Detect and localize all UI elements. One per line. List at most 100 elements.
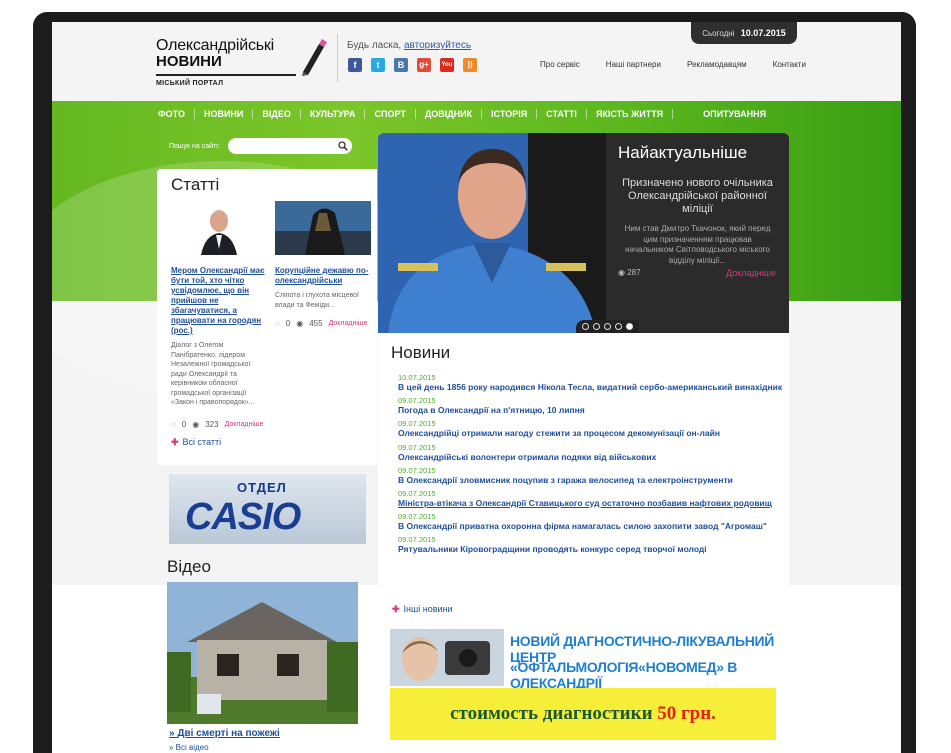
nav-photo[interactable]: ФОТО [158, 109, 195, 119]
article-excerpt: Сліпота і глухота місцевої влади та Фемі… [275, 292, 359, 309]
news-date: 10.07.2015 [398, 373, 436, 382]
featured-views: ◉ 287 [618, 268, 641, 277]
topnav-partners[interactable]: Наші партнери [606, 60, 661, 69]
ad-top: НОВИЙ ДІАГНОСТИЧНО-ЛІКУВАЛЬНИЙ ЦЕНТР «ОФ… [390, 629, 776, 691]
featured-view-count: 287 [627, 268, 641, 277]
search-icon[interactable] [338, 141, 348, 151]
news-list: 10.07.2015 В цей день 1856 року народився… [398, 373, 782, 559]
login-prefix: Будь ласка, [347, 40, 402, 51]
news-title[interactable]: Олександрійці отримали нагоду стежити за… [398, 428, 782, 438]
article-photo-statue[interactable] [275, 201, 371, 255]
casio-ad-line1: ОТДЕЛ [237, 480, 287, 495]
nav-articles[interactable]: СТАТТІ [537, 109, 587, 119]
featured-more-link[interactable]: Докладніше [726, 268, 776, 278]
featured-title[interactable]: Призначено нового очільника Олександрійс… [618, 177, 777, 216]
ophthalmology-ad-banner[interactable]: НОВИЙ ДІАГНОСТИЧНО-ЛІКУВАЛЬНИЙ ЦЕНТР «ОФ… [390, 629, 776, 740]
video-caption[interactable]: » Дві смерті на пожежі [169, 728, 280, 739]
news-title[interactable]: В Олександрії зловмисник поцупив з гараж… [398, 475, 782, 485]
slider-dot[interactable] [604, 323, 611, 330]
social-links: f t B g+ You )) [348, 58, 477, 72]
nav-polls[interactable]: ОПИТУВАННЯ [673, 109, 775, 119]
slider-dot[interactable] [593, 323, 600, 330]
other-news-link[interactable]: ✚ Інші новини [392, 604, 453, 615]
rss-icon[interactable]: )) [463, 58, 477, 72]
video-thumbnail[interactable] [167, 582, 358, 724]
ad-line3: стоимость диагностики [450, 703, 653, 724]
nav-sport[interactable]: СПОРТ [365, 109, 416, 119]
nav-culture[interactable]: КУЛЬТУРА [301, 109, 366, 119]
featured-photo-officer[interactable] [378, 133, 606, 333]
slider-dots [576, 320, 639, 333]
news-title[interactable]: В цей день 1856 року народився Нікола Те… [398, 382, 782, 392]
news-block: Новини 10.07.2015 В цей день 1856 року на… [378, 333, 789, 585]
article-photo-mayor[interactable] [171, 201, 267, 255]
video-caption-text: Дві смерті на пожежі [177, 728, 280, 739]
vk-icon[interactable]: B [394, 58, 408, 72]
article-title[interactable]: Мером Олександрії має бути той, хто чітк… [171, 266, 267, 336]
ad-photo-eye-exam [390, 629, 504, 686]
news-item: 09.07.2015 Міністра-втікача з Олександрії… [398, 489, 782, 508]
article-card: Корупційне дежавю по-олександрійськи Слі… [275, 201, 371, 328]
news-title[interactable]: Міністра-втікача з Олександрії Ставицько… [398, 498, 782, 508]
eye-icon: ◉ [192, 419, 200, 429]
article-title[interactable]: Корупційне дежавю по-олександрійськи [275, 266, 371, 286]
other-news-label: Інші новини [403, 604, 453, 614]
header-divider [337, 34, 338, 82]
twitter-icon[interactable]: t [371, 58, 385, 72]
news-date: 09.07.2015 [398, 488, 436, 498]
video-heading: Відео [167, 557, 211, 576]
casio-ad-logo: CASIO [185, 496, 301, 538]
facebook-icon[interactable]: f [348, 58, 362, 72]
nav-news[interactable]: НОВИНИ [195, 109, 254, 119]
pencil-icon [302, 39, 327, 76]
nav-quality-of-life[interactable]: ЯКІСТЬ ЖИТТЯ [587, 109, 674, 119]
nav-history[interactable]: ІСТОРІЯ [482, 109, 538, 119]
news-heading: Новини [391, 343, 451, 362]
article-more-link[interactable]: Докладніше [225, 421, 264, 428]
google-plus-icon[interactable]: g+ [417, 58, 431, 72]
news-item: 09.07.2015 Олександрійці отримали нагоду … [398, 419, 782, 438]
plus-icon: ✚ [392, 604, 400, 614]
topnav-advertisers[interactable]: Рекламодавцям [687, 60, 747, 69]
slider-dot[interactable] [615, 323, 622, 330]
news-item: 10.07.2015 В цей день 1856 року народився… [398, 373, 782, 392]
plus-icon: ✚ [171, 437, 179, 447]
logo-tagline: МІСЬКИЙ ПОРТАЛ [156, 80, 224, 87]
news-title[interactable]: Погода в Олександрії на п'ятницю, 10 лип… [398, 405, 782, 415]
all-articles-link[interactable]: ✚ Всі статті [171, 437, 221, 448]
news-item: 09.07.2015 Рятувальники Кіровоградщини пр… [398, 535, 782, 554]
news-title[interactable]: В Олександрії приватна охоронна фірма на… [398, 521, 782, 531]
login-link[interactable]: авторизуйтесь [404, 40, 471, 51]
news-date: 09.07.2015 [398, 535, 436, 545]
comment-icon: ◌ [275, 319, 280, 328]
article-more-link[interactable]: Докладніше [329, 320, 368, 327]
nav-directory[interactable]: ДОВІДНИК [416, 109, 483, 119]
news-title[interactable]: Олександрійські волонтери отримали подяк… [398, 452, 782, 462]
news-item: 09.07.2015 Погода в Олександрії на п'ятни… [398, 396, 782, 415]
logo-underline [156, 74, 296, 76]
all-videos-link[interactable]: » Всі відео [169, 743, 209, 752]
slider-dot-active[interactable] [626, 323, 633, 330]
casio-ad-banner[interactable]: ОТДЕЛ CASIO [169, 474, 366, 544]
search-label: Пошук на сайті: [169, 143, 220, 150]
ad-price: 50 грн. [657, 703, 716, 724]
eye-icon: ◉ [618, 268, 625, 277]
topnav-about[interactable]: Про сервіс [540, 60, 580, 69]
ad-line2: «ОФТАЛЬМОЛОГІЯ«НОВОМЕД» В ОЛЕКСАНДРІЇ [510, 659, 738, 691]
nav-video[interactable]: ВІДЕО [253, 109, 301, 119]
login-prompt: Будь ласка, авторизуйтесь [347, 40, 471, 51]
comment-count: 0 [285, 319, 291, 328]
news-date: 09.07.2015 [398, 396, 436, 406]
youtube-icon[interactable]: You [440, 58, 454, 72]
site-header: Олександрійські НОВИНИ МІСЬКИЙ ПОРТАЛ Бу… [52, 22, 901, 101]
articles-block: Статті Мером Олександрії має бути той, х… [157, 169, 377, 465]
slider-dot[interactable] [582, 323, 589, 330]
main-nav: ФОТО НОВИНИ ВІДЕО КУЛЬТУРА СПОРТ ДОВІДНИ… [158, 109, 775, 119]
featured-slider: Найактуальніше Призначено нового очільни… [378, 133, 789, 333]
today-date: Сьогодні 10.07.2015 [691, 22, 797, 44]
news-title[interactable]: Рятувальники Кіровоградщини проводять ко… [398, 544, 782, 554]
topnav-contacts[interactable]: Контакти [773, 60, 806, 69]
search-input[interactable] [228, 138, 352, 154]
featured-text: Ним став Дмитро Ткачонок, який перед цим… [624, 224, 771, 265]
articles-heading: Статті [171, 175, 220, 194]
